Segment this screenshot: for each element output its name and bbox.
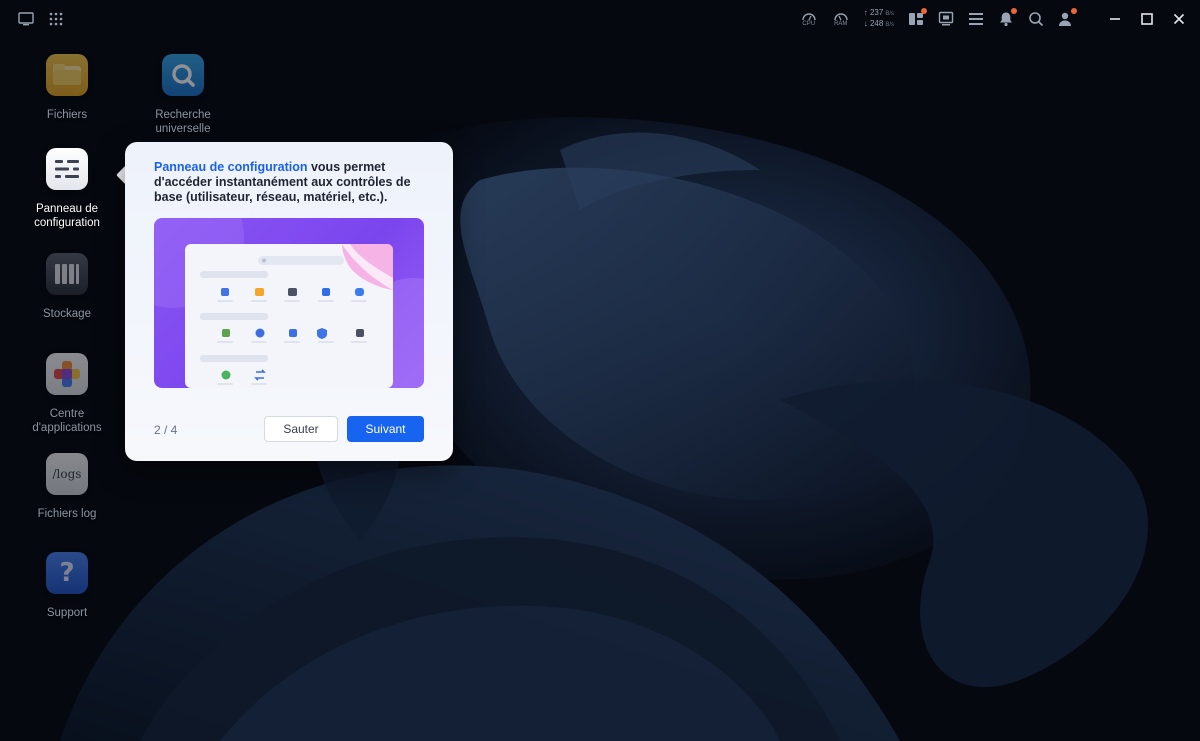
ram-gauge[interactable]: RAM [832, 11, 850, 28]
network-speed[interactable]: ↑ 237 B/s ↓ 248 B/s [864, 8, 894, 30]
next-button[interactable]: Suivant [347, 416, 424, 442]
tour-popover: Panneau de configuration vous permet d'a… [125, 142, 453, 461]
desktop-icon-label: Panneau de configuration [34, 203, 100, 229]
tour-message: Panneau de configuration vous permet d'a… [154, 160, 434, 205]
task-list-icon[interactable] [968, 11, 984, 27]
desktop-icon-app-center[interactable]: Centre d'applications [19, 353, 115, 435]
search-icon[interactable] [1028, 11, 1044, 27]
folder-icon [46, 54, 88, 96]
logs-glyph: /logs [52, 467, 82, 481]
skip-button[interactable]: Sauter [264, 416, 338, 442]
support-glyph: ? [59, 558, 75, 588]
desktop-icon-logs[interactable]: /logs Fichiers log [19, 453, 115, 521]
download-arrow-icon: ↓ [863, 19, 868, 28]
download-unit: B/s [885, 22, 894, 28]
monitor-icon[interactable] [938, 11, 954, 27]
bell-icon[interactable] [998, 8, 1017, 27]
desktop-icon-storage[interactable]: Stockage [19, 253, 115, 321]
control-panel-icon [46, 148, 88, 190]
support-icon: ? [46, 552, 88, 594]
maximize-icon[interactable] [1138, 10, 1156, 28]
desktop-icon-files[interactable]: Fichiers [19, 54, 115, 122]
close-icon[interactable] [1170, 10, 1188, 28]
desktop-icon-label: Stockage [43, 308, 91, 320]
control-panel-illustration [154, 218, 424, 388]
desktop-icon-label: Fichiers log [37, 508, 97, 520]
upload-arrow-icon: ↑ [863, 8, 868, 17]
app-grid-icon[interactable] [48, 11, 64, 27]
desktop-icon-label: Centre d'applications [32, 408, 102, 434]
desktop-icon-universal-search[interactable]: Recherche universelle [135, 54, 231, 136]
cpu-gauge[interactable]: CPU [800, 11, 818, 28]
desktop-icon-control-panel[interactable]: Panneau de configuration [19, 148, 115, 230]
universal-search-icon [162, 54, 204, 96]
show-desktop-icon[interactable] [18, 11, 34, 27]
tour-highlight: Panneau de configuration [154, 160, 308, 174]
upload-unit: B/s [885, 11, 894, 17]
download-speed: 248 [869, 19, 884, 28]
logs-icon: /logs [46, 453, 88, 495]
cpu-label: CPU [802, 20, 816, 27]
storage-icon [46, 253, 88, 295]
app-center-icon [46, 353, 88, 395]
ram-label: RAM [834, 20, 848, 27]
desktop-icon-label: Fichiers [46, 109, 88, 121]
tour-step-indicator: 2 / 4 [154, 423, 178, 437]
user-icon[interactable] [1058, 8, 1077, 27]
desktop-icon-support[interactable]: ? Support [19, 552, 115, 620]
upload-speed: 237 [869, 8, 884, 17]
minimize-icon[interactable] [1106, 10, 1124, 28]
top-bar: CPU RAM ↑ 237 B/s ↓ 248 B/s [0, 0, 1200, 38]
desktop-icon-label: Support [46, 607, 88, 619]
desktop-icon-label: Recherche universelle [155, 109, 211, 135]
widgets-icon[interactable] [908, 8, 927, 27]
